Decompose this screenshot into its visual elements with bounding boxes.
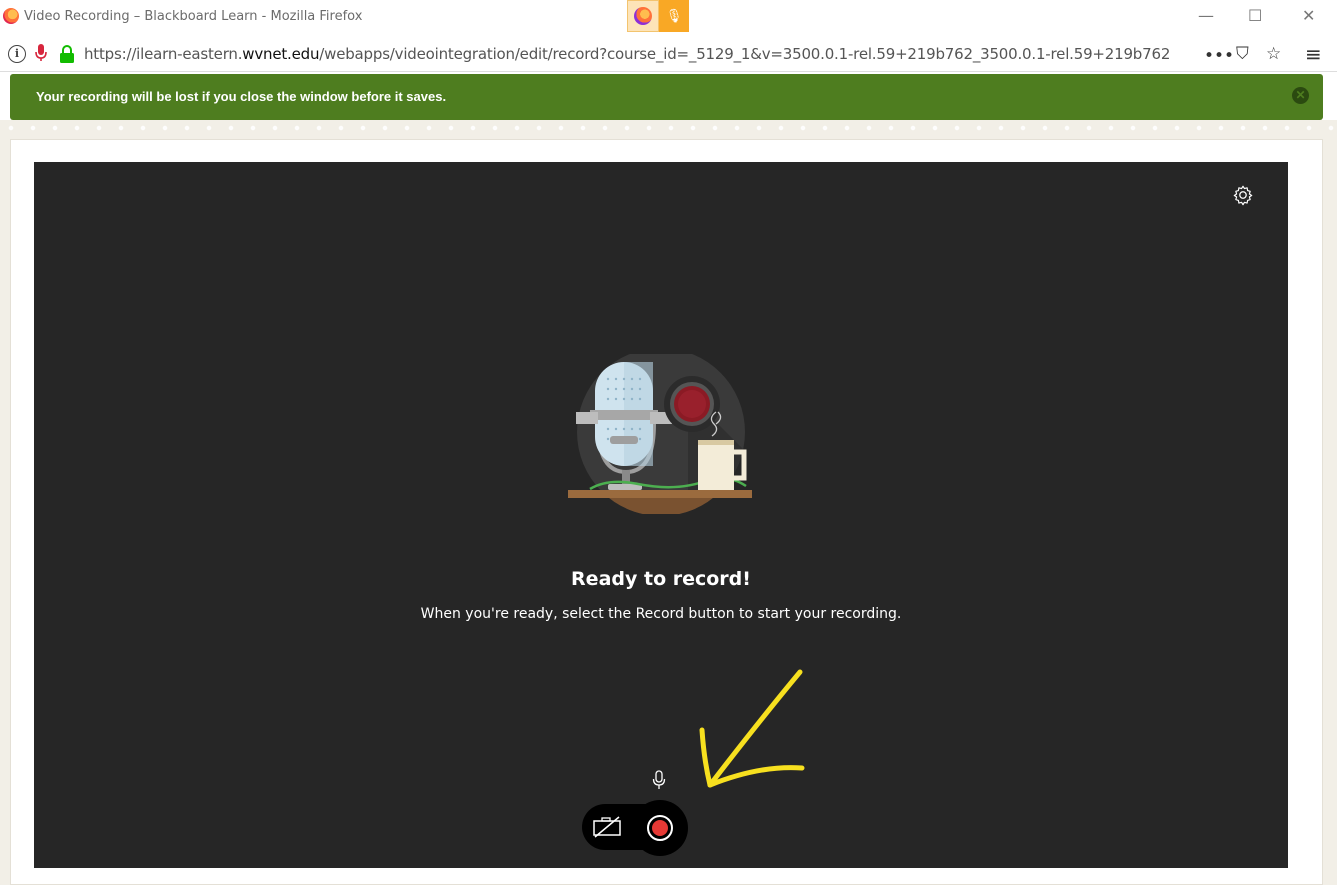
ready-title: Ready to record! <box>571 568 751 590</box>
pocket-icon[interactable]: ⛉ <box>1236 44 1249 64</box>
video-recorder: Ready to record! When you're ready, sele… <box>34 162 1288 868</box>
window-title: Video Recording – Blackboard Learn - Moz… <box>24 9 363 24</box>
record-button[interactable] <box>632 800 688 856</box>
address-bar[interactable]: i https://ilearn-eastern.wvnet.edu/webap… <box>0 38 1337 72</box>
close-notice-icon[interactable]: ✕ <box>1292 87 1309 104</box>
microphone-icon[interactable] <box>651 770 667 790</box>
url-domain: wvnet.edu <box>242 45 320 63</box>
annotation-arrow <box>699 669 805 788</box>
page-actions-icon[interactable]: ••• <box>1204 46 1234 66</box>
microphone-illustration <box>568 354 752 514</box>
gear-icon[interactable] <box>1232 184 1254 206</box>
info-icon[interactable]: i <box>8 45 26 63</box>
camera-off-icon <box>593 816 621 838</box>
bookmark-star-icon[interactable]: ☆ <box>1266 44 1281 64</box>
maximize-button[interactable]: ☐ <box>1248 6 1262 25</box>
url-text[interactable]: https://ilearn-eastern.wvnet.edu/webapps… <box>84 45 1170 63</box>
notice-message: Your recording will be lost if you close… <box>36 89 447 104</box>
record-icon <box>647 815 673 841</box>
url-path: /webapps/videointegration/edit/record?co… <box>319 45 1171 63</box>
lock-icon[interactable] <box>59 45 75 63</box>
firefox-tab-icon[interactable] <box>627 0 659 32</box>
microphone-sharing-icon[interactable]: 🎙 <box>659 0 689 32</box>
notice-banner: Your recording will be lost if you close… <box>10 74 1323 120</box>
ready-subtitle: When you're ready, select the Record but… <box>420 606 902 622</box>
window-title-bar: Video Recording – Blackboard Learn - Moz… <box>0 0 1337 34</box>
close-window-button[interactable]: ✕ <box>1302 6 1315 25</box>
menu-icon[interactable]: ≡ <box>1305 42 1322 66</box>
url-prefix: https://ilearn-eastern. <box>84 45 243 63</box>
minimize-button[interactable]: — <box>1198 6 1214 25</box>
microphone-permission-icon[interactable] <box>35 44 47 67</box>
firefox-icon <box>3 8 19 24</box>
tab-indicators[interactable]: 🎙 <box>627 0 689 32</box>
